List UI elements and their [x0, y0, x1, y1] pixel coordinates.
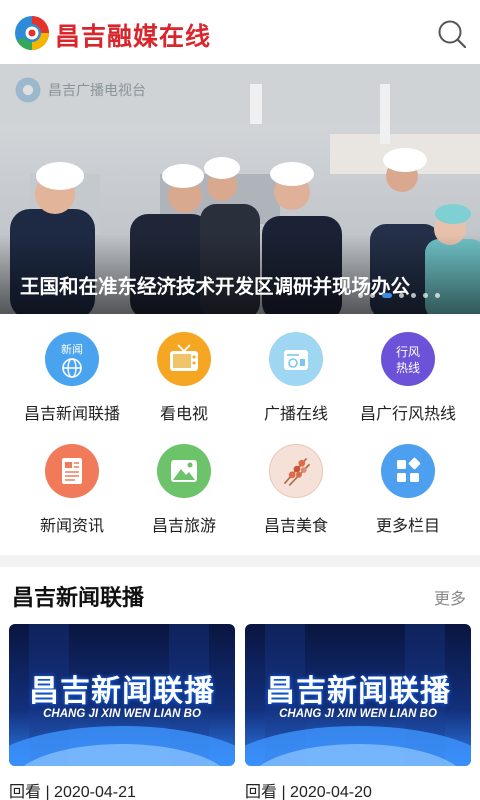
- menu-label: 看电视: [159, 406, 208, 423]
- video-thumbnail[interactable]: 昌吉新闻联播 CHANG JI XIN WEN LIAN BO: [245, 624, 471, 766]
- carousel-dot[interactable]: [411, 293, 416, 298]
- carousel-dot[interactable]: [423, 293, 428, 298]
- menu-label: 昌广行风热线: [359, 406, 456, 423]
- menu-label: 昌吉美食: [263, 518, 328, 535]
- grid-more-icon: [381, 444, 435, 498]
- radio-icon: [269, 332, 323, 386]
- video-caption: 回看 | 2020-04-21: [9, 784, 136, 800]
- menu-label: 昌吉新闻联播: [23, 406, 120, 423]
- feature-menu: 新闻 昌吉新闻联播 看电视 广播在线 行风 热线 昌广行风热线 新闻资讯 昌吉旅…: [0, 314, 480, 554]
- video-card[interactable]: 昌吉新闻联播 CHANG JI XIN WEN LIAN BO 回看 | 202…: [9, 624, 235, 800]
- carousel-dot[interactable]: [358, 293, 363, 298]
- thumbnail-subtitle: CHANG JI XIN WEN LIAN BO: [279, 708, 437, 720]
- menu-item-radio-online[interactable]: 广播在线: [236, 332, 356, 424]
- more-link[interactable]: 更多: [434, 585, 466, 609]
- section-title: 昌吉新闻联播: [12, 585, 145, 610]
- app-title: 昌吉融媒在线: [55, 23, 212, 51]
- section-divider: [0, 555, 480, 567]
- menu-item-food[interactable]: 昌吉美食: [236, 444, 356, 536]
- svg-text:新闻: 新闻: [61, 342, 83, 356]
- document-icon: [45, 444, 99, 498]
- svg-text:热线: 热线: [396, 361, 420, 375]
- search-icon[interactable]: [436, 18, 468, 50]
- menu-item-hotline[interactable]: 行风 热线 昌广行风热线: [348, 332, 468, 424]
- landscape-icon: [157, 444, 211, 498]
- menu-label: 广播在线: [263, 406, 328, 423]
- carousel-indicators: [358, 293, 447, 298]
- carousel-dot[interactable]: [435, 293, 440, 298]
- banner-watermark: 昌吉广播电视台: [14, 76, 146, 104]
- banner-watermark-text: 昌吉广播电视台: [48, 82, 146, 98]
- menu-item-more-columns[interactable]: 更多栏目: [348, 444, 468, 536]
- hotline-icon: 行风 热线: [381, 332, 435, 386]
- menu-item-tourism[interactable]: 昌吉旅游: [124, 444, 244, 536]
- menu-label: 昌吉旅游: [151, 518, 216, 535]
- carousel-dot[interactable]: [399, 293, 404, 298]
- video-caption: 回看 | 2020-04-20: [245, 784, 372, 800]
- menu-item-news-broadcast[interactable]: 新闻 昌吉新闻联播: [12, 332, 132, 424]
- banner-carousel[interactable]: 昌吉广播电视台 王国和在准东经济技术开发区调研并现场办公: [0, 64, 480, 314]
- menu-label: 更多栏目: [375, 518, 440, 535]
- carousel-dot-active[interactable]: [382, 293, 392, 298]
- video-thumbnail[interactable]: 昌吉新闻联播 CHANG JI XIN WEN LIAN BO: [9, 624, 235, 766]
- menu-label: 新闻资讯: [39, 518, 104, 535]
- video-card[interactable]: 昌吉新闻联播 CHANG JI XIN WEN LIAN BO 回看 | 202…: [245, 624, 471, 800]
- tv-station-logo-icon: [15, 77, 41, 103]
- thumbnail-subtitle: CHANG JI XIN WEN LIAN BO: [43, 708, 201, 720]
- menu-item-news-info[interactable]: 新闻资讯: [12, 444, 132, 536]
- logo-icon: [15, 16, 49, 50]
- tv-icon: [157, 332, 211, 386]
- app-header: 昌吉融媒在线: [0, 0, 480, 64]
- news-globe-icon: 新闻: [45, 332, 99, 386]
- carousel-dot[interactable]: [370, 293, 375, 298]
- skewer-food-icon: [269, 444, 323, 498]
- menu-item-watch-tv[interactable]: 看电视: [124, 332, 244, 424]
- thumbnail-title: 昌吉新闻联播: [265, 675, 451, 708]
- svg-text:行风: 行风: [396, 345, 420, 359]
- thumbnail-title: 昌吉新闻联播: [29, 675, 215, 708]
